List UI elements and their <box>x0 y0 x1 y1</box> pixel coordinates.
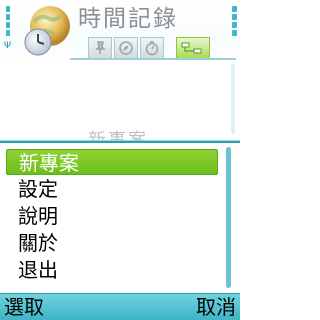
hierarchy-icon <box>181 42 202 54</box>
menu-item-help[interactable]: 說明 <box>6 203 218 229</box>
signal-strength-icon: Ψ <box>4 6 12 54</box>
menu-item-settings[interactable]: 設定 <box>6 176 218 202</box>
softkey-bar: 選取 取消 <box>0 293 240 320</box>
menu-scrollbar-thumb[interactable] <box>226 147 231 288</box>
tab-stopwatch[interactable] <box>140 37 164 58</box>
compass-icon <box>119 41 133 55</box>
options-popup-menu: 新專案 設定 說明 關於 退出 <box>0 141 240 293</box>
tab-compass[interactable] <box>114 37 138 58</box>
main-scrollbar[interactable] <box>231 64 235 134</box>
stopwatch-icon <box>145 41 159 56</box>
pin-icon <box>95 41 106 54</box>
menu-item-about[interactable]: 關於 <box>6 230 218 256</box>
app-title: 時間記錄 <box>78 6 178 32</box>
view-tabs <box>88 37 218 59</box>
right-softkey-cancel[interactable]: 取消 <box>196 294 236 320</box>
app-screen: Ψ 時間記錄 新事案 新專案 設定 說明 關於 退出 選取 取消 <box>0 0 240 320</box>
tab-pin[interactable] <box>88 37 112 58</box>
tab-underline <box>70 58 236 60</box>
globe-clock-app-icon <box>20 4 76 60</box>
left-softkey-select[interactable]: 選取 <box>4 294 44 320</box>
tab-hierarchy[interactable] <box>176 37 210 58</box>
menu-item-exit[interactable]: 退出 <box>6 257 218 283</box>
menu-item-new-project[interactable]: 新專案 <box>6 149 218 175</box>
